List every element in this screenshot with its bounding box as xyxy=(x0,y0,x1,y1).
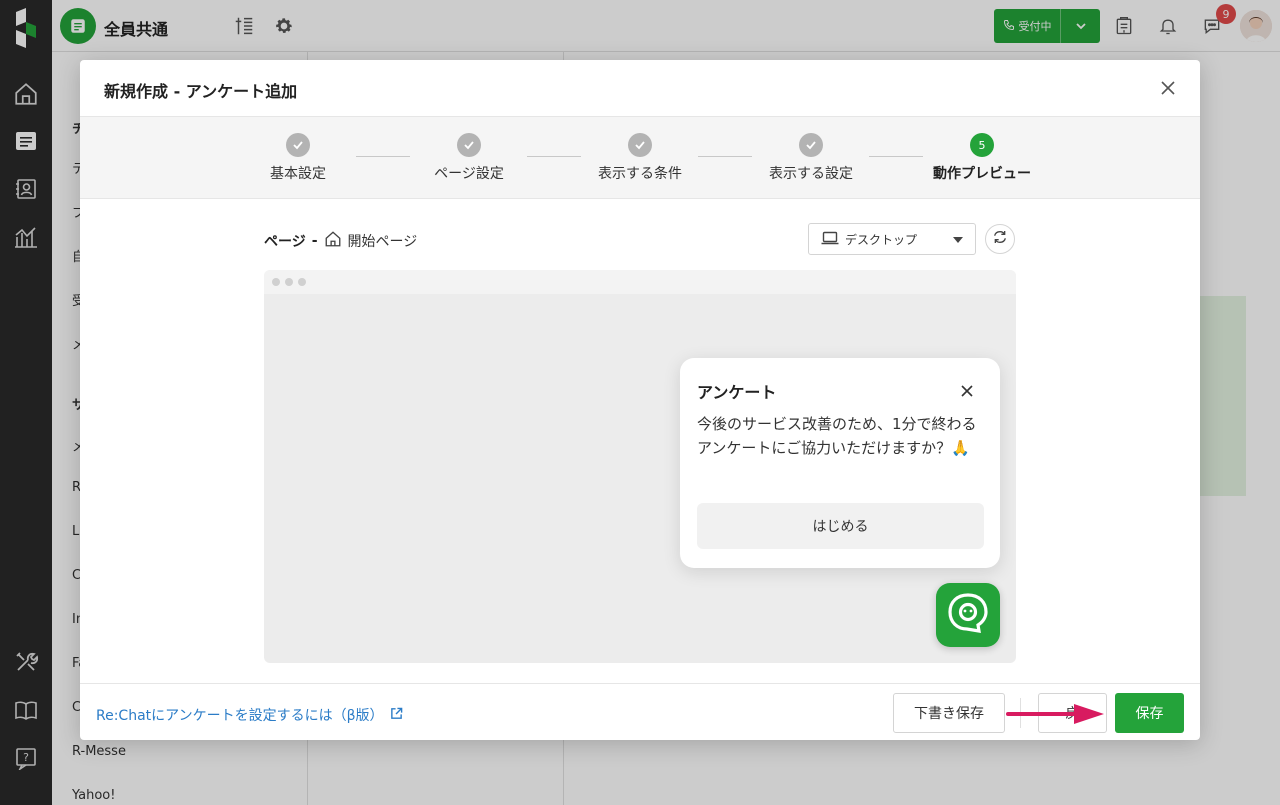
window-dot xyxy=(272,278,280,286)
window-dot xyxy=(298,278,306,286)
step-number: 5 xyxy=(970,133,994,157)
modal-footer: Re:Chatにアンケートを設定するには（β版） 下書き保存 戻 保存 xyxy=(80,683,1200,740)
refresh-button[interactable] xyxy=(985,224,1015,254)
breadcrumb-page[interactable]: 開始ページ xyxy=(348,231,418,251)
arrow-annotation xyxy=(1006,704,1104,724)
step-indicator: 基本設定 ページ設定 表示する条件 表示する設定 5 動作プレビュー xyxy=(80,116,1200,199)
laptop-icon xyxy=(821,231,839,248)
step-preview[interactable]: 5 動作プレビュー xyxy=(922,133,1042,183)
check-icon xyxy=(628,133,652,157)
create-survey-modal: 新規作成 - アンケート追加 基本設定 ページ設定 表示する条件 表示する設定 … xyxy=(80,60,1200,740)
browser-toolbar xyxy=(264,270,1016,294)
step-label: 動作プレビュー xyxy=(933,166,1031,182)
caret-down-icon xyxy=(953,232,963,246)
save-draft-button[interactable]: 下書き保存 xyxy=(893,693,1005,733)
step-display-conditions[interactable]: 表示する条件 xyxy=(580,133,700,183)
device-select[interactable]: デスクトップ xyxy=(808,223,976,255)
window-dot xyxy=(285,278,293,286)
start-survey-button[interactable]: はじめる xyxy=(697,503,984,549)
close-icon[interactable] xyxy=(956,380,978,402)
step-page-settings[interactable]: ページ設定 xyxy=(409,133,529,183)
step-label: ページ設定 xyxy=(434,166,504,182)
step-basic-settings[interactable]: 基本設定 xyxy=(238,133,358,183)
close-icon[interactable] xyxy=(1156,76,1180,100)
help-link[interactable]: Re:Chatにアンケートを設定するには（β版） xyxy=(96,705,403,725)
survey-title: アンケート xyxy=(697,383,777,402)
survey-message: 今後のサービス改善のため、1分で終わるアンケートにご協力いただけますか？🙏 xyxy=(697,415,977,457)
breadcrumb: ページ - 開始ページ xyxy=(264,230,417,252)
step-display-settings[interactable]: 表示する設定 xyxy=(751,133,871,183)
check-icon xyxy=(799,133,823,157)
device-select-value: デスクトップ xyxy=(845,232,918,247)
step-connector xyxy=(527,156,581,157)
survey-popup: アンケート 今後のサービス改善のため、1分で終わるアンケートにご協力いただけます… xyxy=(680,358,1000,568)
save-button[interactable]: 保存 xyxy=(1115,693,1184,733)
step-label: 表示する設定 xyxy=(769,166,853,182)
step-connector xyxy=(356,156,410,157)
chat-launcher-button[interactable] xyxy=(936,583,1000,647)
step-connector xyxy=(869,156,923,157)
step-connector xyxy=(698,156,752,157)
external-link-icon xyxy=(390,707,403,724)
help-link-label: Re:Chatにアンケートを設定するには（β版） xyxy=(96,708,384,724)
modal-title: 新規作成 - アンケート追加 xyxy=(104,82,298,101)
chat-bot-icon xyxy=(945,590,991,640)
breadcrumb-prefix: ページ xyxy=(264,234,306,250)
step-label: 基本設定 xyxy=(270,166,326,182)
breadcrumb-separator: - xyxy=(311,233,318,249)
step-label: 表示する条件 xyxy=(598,166,682,182)
check-icon xyxy=(286,133,310,157)
check-icon xyxy=(457,133,481,157)
home-icon xyxy=(324,230,342,252)
refresh-icon xyxy=(992,229,1008,249)
